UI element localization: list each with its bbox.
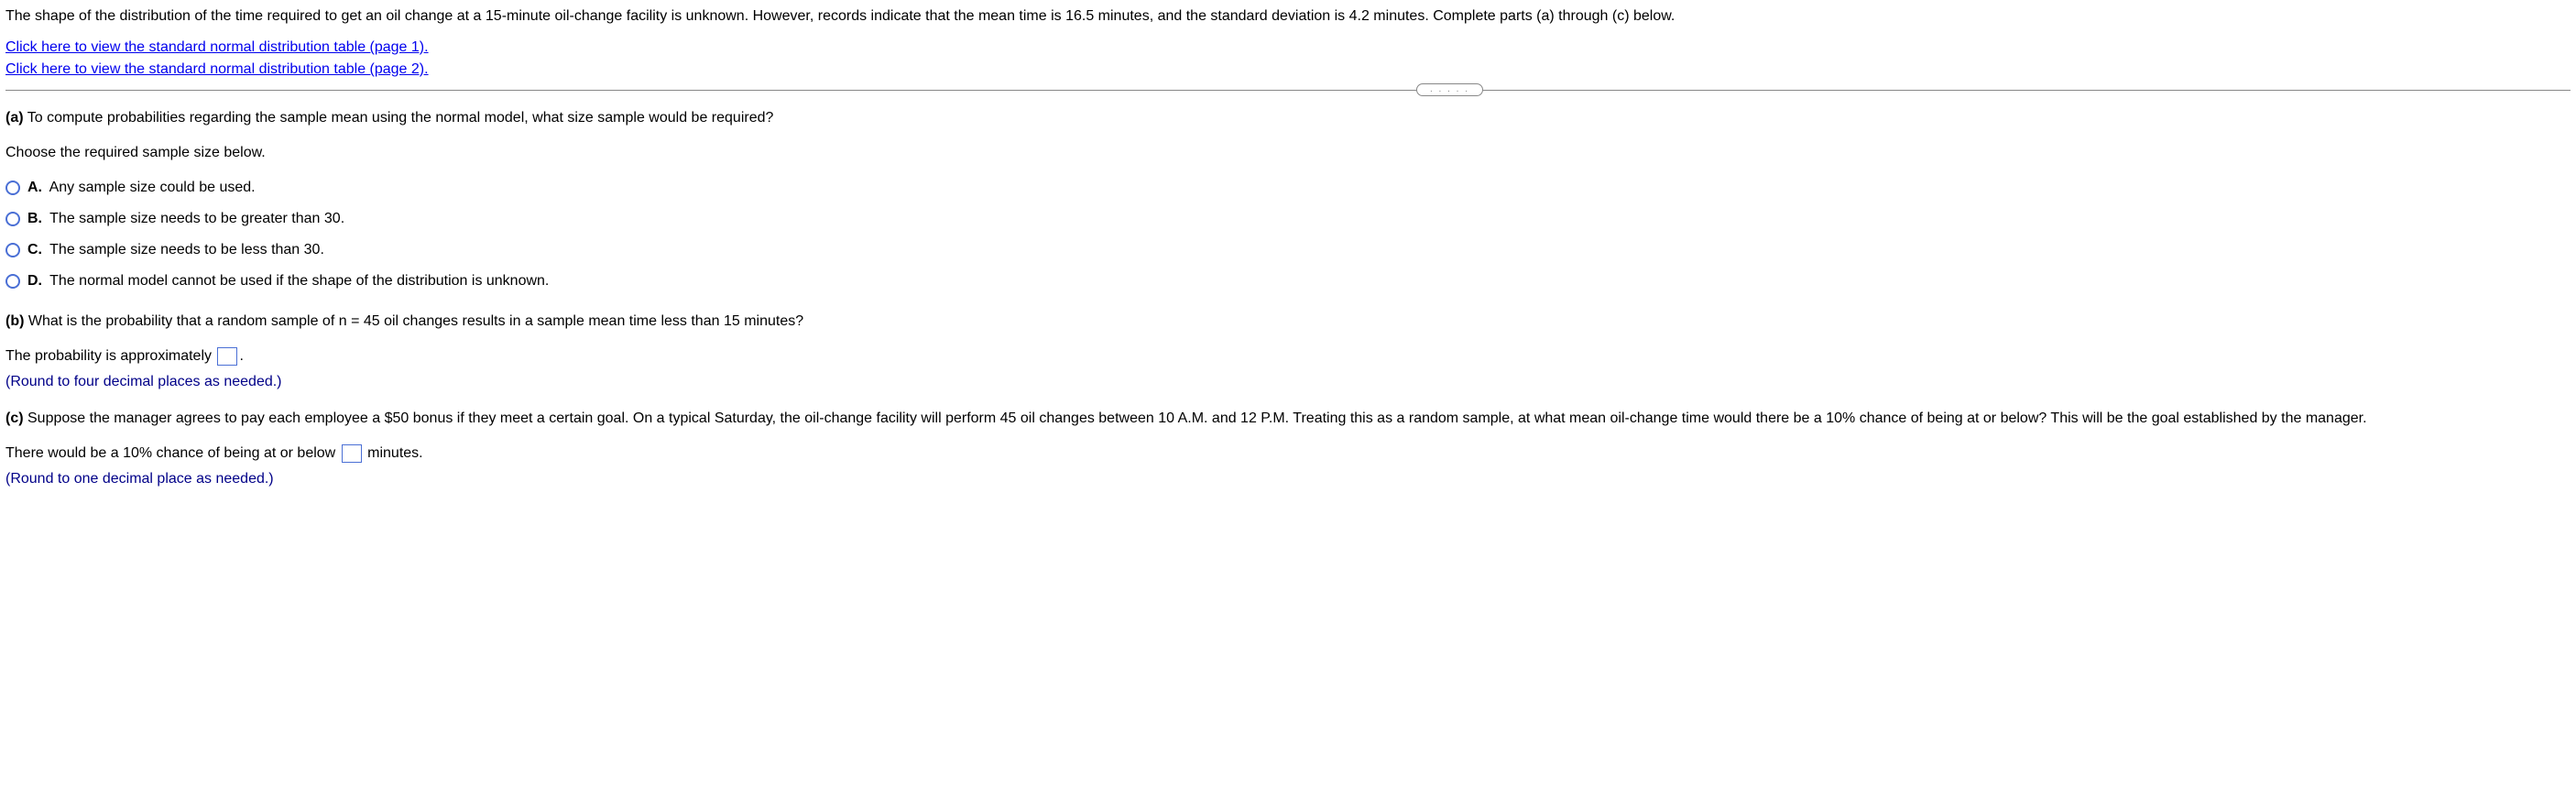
part-b-text: What is the probability that a random sa…: [24, 313, 803, 329]
part-a-options: A. Any sample size could be used. B. The…: [5, 177, 2571, 292]
problem-intro: The shape of the distribution of the tim…: [5, 5, 2571, 27]
option-c-label: C.: [27, 242, 42, 257]
divider-handle[interactable]: . . . . .: [1416, 83, 1483, 96]
part-b-question: (b) What is the probability that a rando…: [5, 311, 2571, 333]
part-c-suffix: minutes.: [364, 445, 423, 461]
table-link-page1[interactable]: Click here to view the standard normal d…: [5, 37, 2571, 59]
option-d-text: The normal model cannot be used if the s…: [49, 273, 549, 289]
part-c-label: (c): [5, 410, 24, 426]
radio-d[interactable]: [5, 274, 20, 289]
radio-b[interactable]: [5, 212, 20, 226]
reference-links: Click here to view the standard normal d…: [5, 37, 2571, 81]
option-d-label: D.: [27, 273, 42, 289]
part-b-prefix: The probability is approximately: [5, 348, 215, 364]
option-c-row: C. The sample size needs to be less than…: [5, 239, 2571, 261]
option-b-text: The sample size needs to be greater than…: [49, 211, 344, 226]
part-a-choose: Choose the required sample size below.: [5, 142, 2571, 164]
radio-a[interactable]: [5, 181, 20, 195]
part-b-answer: The probability is approximately .: [5, 345, 2571, 367]
part-c-answer: There would be a 10% chance of being at …: [5, 443, 2571, 465]
part-b-label: (b): [5, 313, 24, 329]
option-b-label: B.: [27, 211, 42, 226]
part-c-prefix: There would be a 10% chance of being at …: [5, 445, 340, 461]
divider: . . . . .: [5, 90, 2571, 91]
part-c-hint: (Round to one decimal place as needed.): [5, 468, 2571, 490]
divider-line: [5, 90, 2571, 91]
option-a-text: Any sample size could be used.: [49, 180, 256, 195]
part-a: (a) To compute probabilities regarding t…: [5, 107, 2571, 292]
radio-c[interactable]: [5, 243, 20, 257]
part-b-hint: (Round to four decimal places as needed.…: [5, 371, 2571, 393]
part-c: (c) Suppose the manager agrees to pay ea…: [5, 408, 2571, 490]
part-b: (b) What is the probability that a rando…: [5, 311, 2571, 393]
option-a-label: A.: [27, 180, 42, 195]
part-c-question: (c) Suppose the manager agrees to pay ea…: [5, 408, 2571, 430]
option-b-row: B. The sample size needs to be greater t…: [5, 208, 2571, 230]
option-d-row: D. The normal model cannot be used if th…: [5, 270, 2571, 292]
part-a-label: (a): [5, 110, 24, 126]
part-b-suffix: .: [239, 348, 243, 364]
option-a-row: A. Any sample size could be used.: [5, 177, 2571, 199]
part-b-input[interactable]: [217, 347, 237, 366]
option-c-text: The sample size needs to be less than 30…: [49, 242, 324, 257]
table-link-page2[interactable]: Click here to view the standard normal d…: [5, 59, 2571, 81]
part-a-question: (a) To compute probabilities regarding t…: [5, 107, 2571, 129]
part-c-input[interactable]: [342, 444, 362, 463]
part-a-text: To compute probabilities regarding the s…: [24, 110, 774, 126]
part-c-text: Suppose the manager agrees to pay each e…: [24, 410, 2367, 426]
